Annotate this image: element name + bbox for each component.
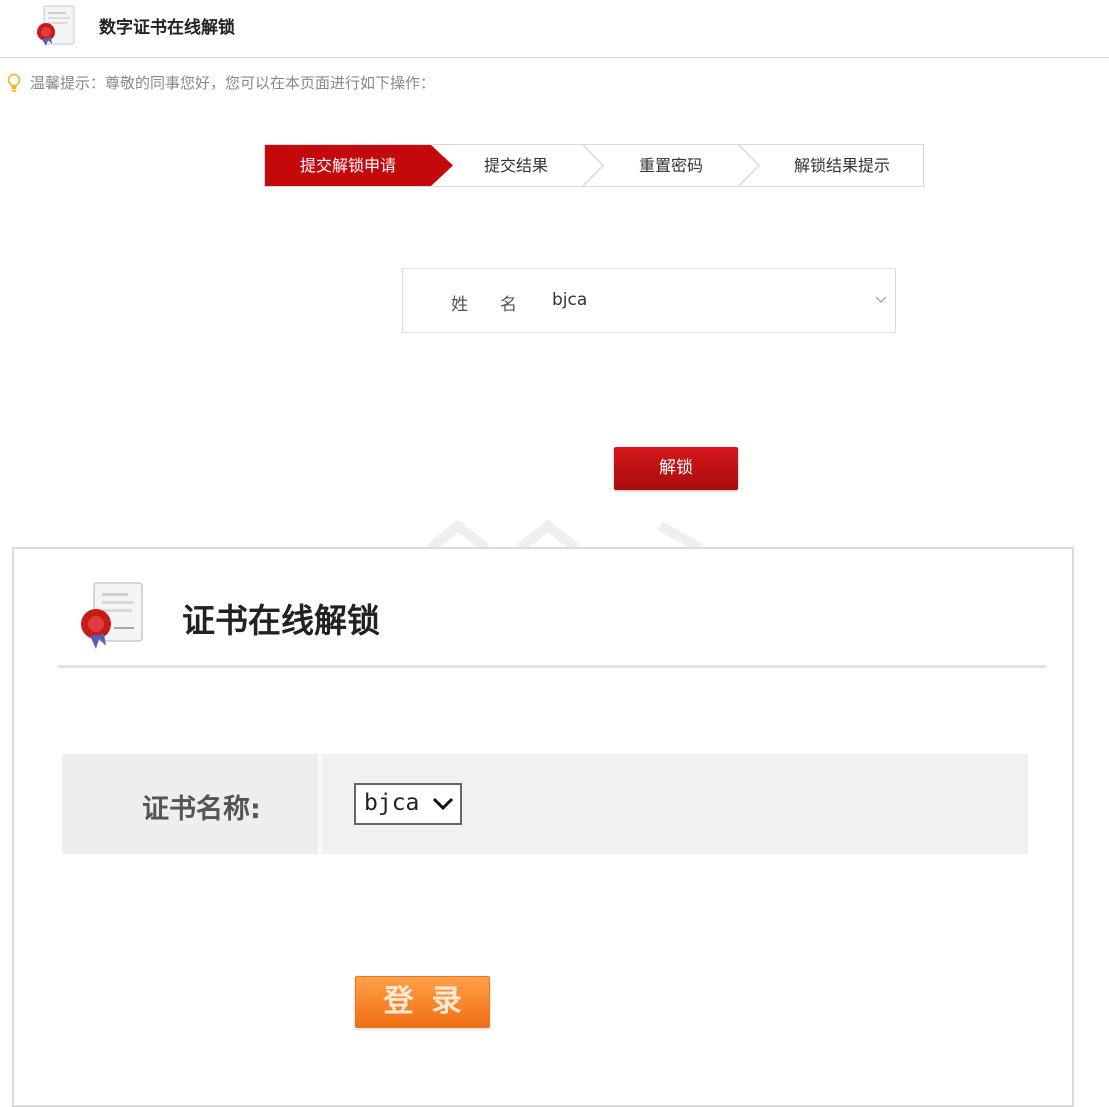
cert-name-label: 证书名称: — [142, 794, 261, 825]
name-label-surname: 姓 — [451, 295, 468, 315]
step-reset-password: 重置密码 — [638, 156, 703, 175]
step-separator — [738, 145, 761, 186]
page-header: 数字证书在线解锁 — [0, 0, 1109, 58]
step-separator — [582, 145, 605, 186]
certificate-seal-icon — [81, 582, 143, 649]
cert-name-select[interactable]: bjca — [354, 783, 462, 825]
cert-unlock-panel: 证书在线解锁 证书名称: bjca 登录 — [12, 547, 1074, 1107]
divider — [58, 665, 1046, 668]
name-select-value: bjca — [552, 290, 588, 310]
tip-message: 温馨提示：尊敬的同事您好，您可以在本页面进行如下操作： — [6, 72, 435, 93]
chevron-down-icon — [875, 296, 887, 303]
cert-name-label-cell: 证书名称: — [62, 754, 322, 854]
cert-name-row: 证书名称: bjca — [62, 754, 1028, 854]
name-label-given: 名 — [500, 295, 517, 315]
step-submit-result: 提交结果 — [483, 156, 548, 175]
name-select[interactable]: 姓 名 bjca — [402, 268, 896, 333]
step-submit-request: 提交解锁申请 — [299, 156, 396, 175]
panel-title: 证书在线解锁 — [182, 601, 380, 640]
step-progress-bar: 提交解锁申请 提交结果 重置密码 解锁结果提示 — [264, 144, 924, 187]
watermark — [426, 520, 703, 550]
tip-text: 温馨提示：尊敬的同事您好，您可以在本页面进行如下操作： — [30, 74, 436, 92]
unlock-button[interactable]: 解锁 — [614, 447, 738, 490]
cert-name-select-value: bjca — [364, 790, 420, 816]
login-button[interactable]: 登录 — [355, 976, 490, 1028]
certificate-seal-icon — [37, 5, 75, 46]
chevron-down-icon — [432, 797, 454, 811]
page-title: 数字证书在线解锁 — [99, 18, 235, 38]
step-unlock-result: 解锁结果提示 — [793, 156, 890, 175]
lightbulb-icon — [7, 73, 21, 92]
